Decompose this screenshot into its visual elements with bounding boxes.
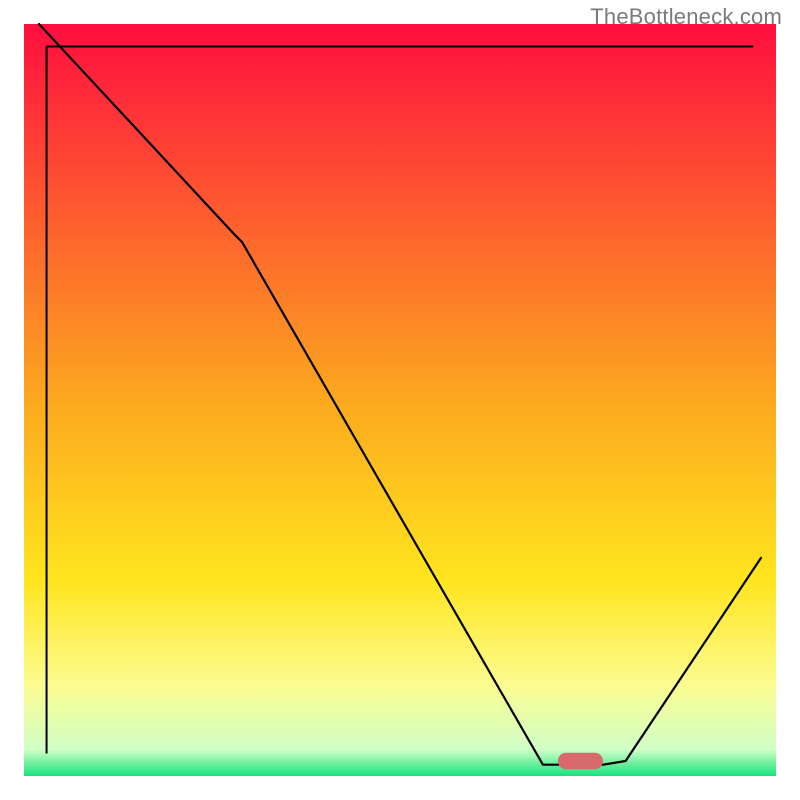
watermark-label: TheBottleneck.com xyxy=(590,4,782,30)
chart-background xyxy=(24,24,776,776)
chart-container: TheBottleneck.com xyxy=(0,0,800,800)
chart-svg xyxy=(0,0,800,800)
optimal-marker xyxy=(558,753,603,770)
